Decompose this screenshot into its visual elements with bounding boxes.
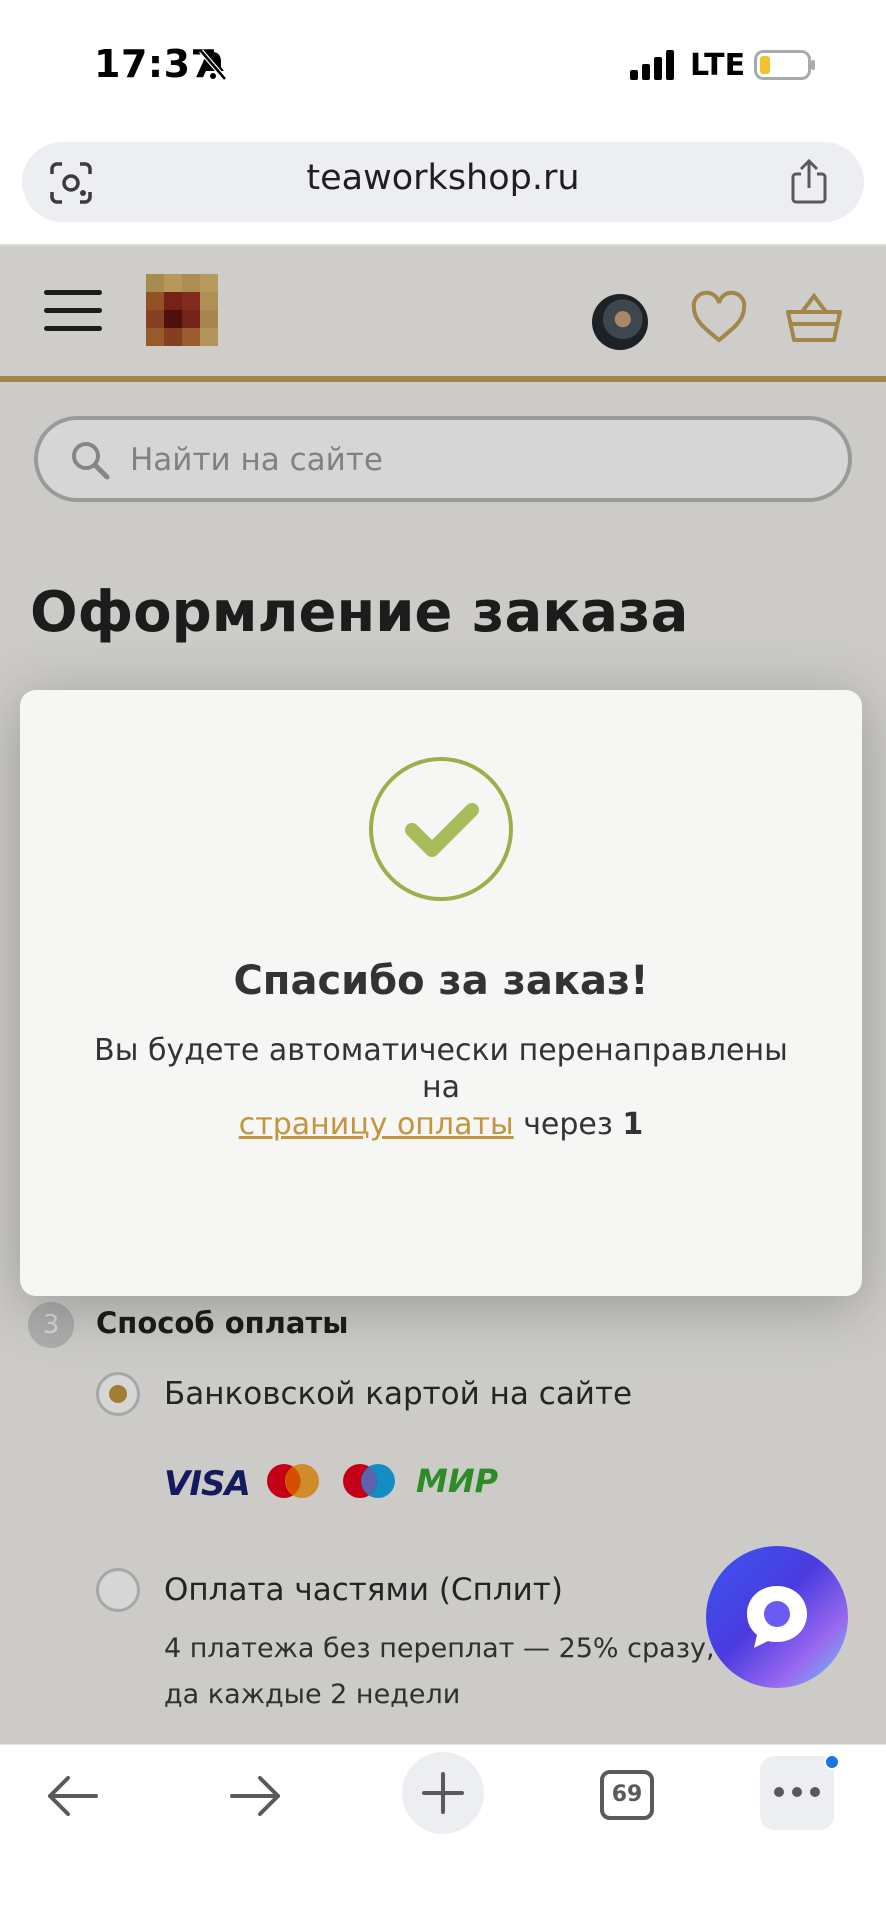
status-bar: 17:37 LTE <box>0 0 886 130</box>
modal-text-before: Вы будете автоматически перенаправлены н… <box>94 1033 788 1105</box>
more-icon[interactable] <box>770 1782 824 1802</box>
countdown: 1 <box>622 1107 644 1142</box>
back-icon[interactable] <box>44 1770 100 1822</box>
forward-icon[interactable] <box>228 1770 284 1822</box>
signal-icon <box>630 50 674 80</box>
modal-title: Спасибо за заказ! <box>233 958 649 1004</box>
plus-icon[interactable] <box>420 1770 466 1816</box>
order-success-modal: Спасибо за заказ! Вы будете автоматическ… <box>20 690 862 1296</box>
modal-message: Вы будете автоматически перенаправлены н… <box>80 1032 802 1143</box>
network-label: LTE <box>690 48 746 83</box>
tabs-count-button[interactable]: 69 <box>600 1770 654 1820</box>
battery-icon <box>754 50 815 80</box>
bell-muted-icon <box>199 49 227 81</box>
notification-dot <box>824 1754 840 1770</box>
modal-text-after: через <box>523 1107 613 1142</box>
check-circle-icon <box>369 757 513 901</box>
share-icon[interactable] <box>786 158 832 206</box>
payment-page-link[interactable]: страницу оплаты <box>239 1107 514 1142</box>
url-text[interactable]: teaworkshop.ru <box>0 158 886 198</box>
chat-bubble-icon[interactable] <box>740 1580 814 1654</box>
